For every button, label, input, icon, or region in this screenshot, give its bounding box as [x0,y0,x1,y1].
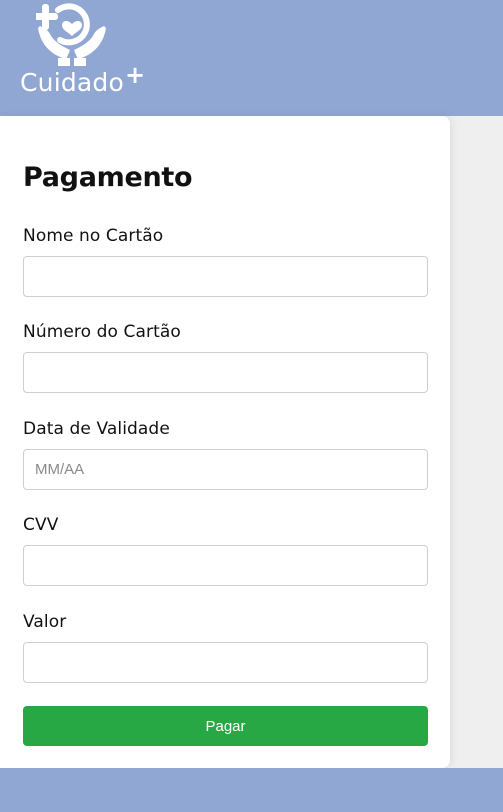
amount-label: Valor [23,612,67,632]
cvv-input[interactable] [23,545,428,586]
expiry-date-label: Data de Validade [23,419,170,439]
brand-plus-mark: + [125,61,146,89]
cvv-label: CVV [23,515,59,535]
card-name-label: Nome no Cartão [23,226,164,246]
footer [0,768,503,812]
logo[interactable]: Cuidado+ [18,0,145,100]
amount-input[interactable] [23,642,428,683]
hands-holding-heart-plus-icon [36,3,106,66]
page-title: Pagamento [23,162,193,193]
header: Cuidado+ [0,0,503,116]
expiry-date-input[interactable] [23,449,428,490]
pay-button[interactable]: Pagar [23,706,428,746]
card-name-input[interactable] [23,256,428,297]
brand-name: Cuidado+ [20,61,146,97]
card-number-input[interactable] [23,352,428,393]
payment-card: Pagamento Nome no Cartão Número do Cartã… [0,116,450,768]
card-number-label: Número do Cartão [23,322,181,342]
